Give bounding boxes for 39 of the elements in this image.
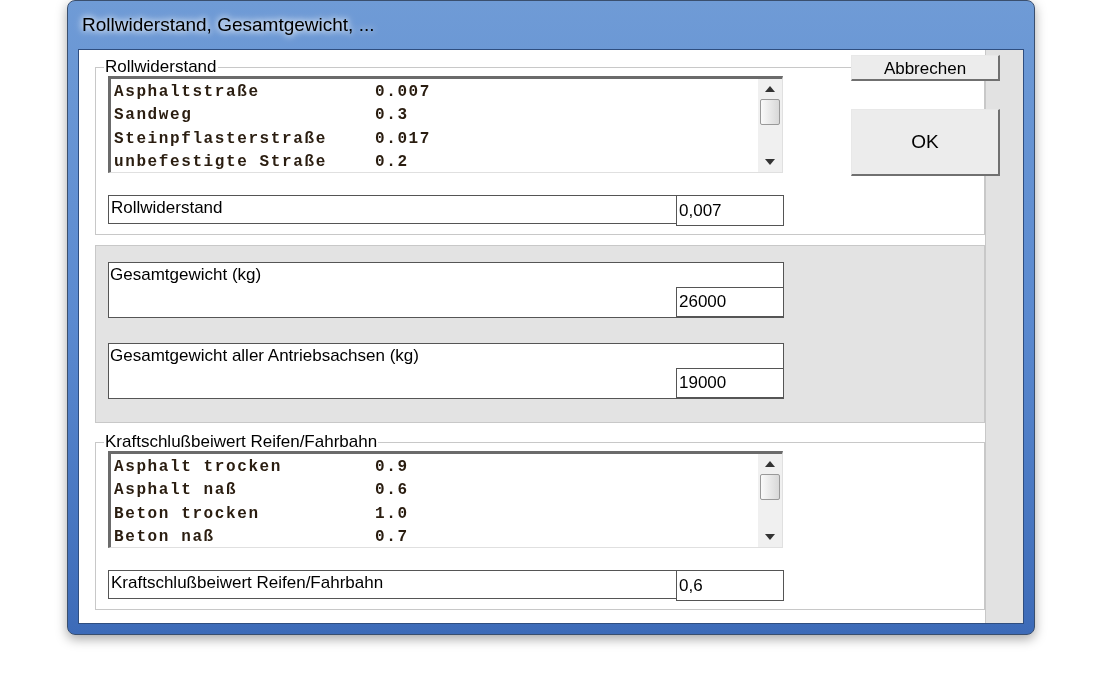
input-field[interactable]: 0,6 bbox=[676, 570, 784, 601]
group-title: Kraftschlußbeiwert Reifen/Fahrbahn bbox=[104, 433, 379, 451]
list-item-name: Beton trocken bbox=[114, 503, 261, 525]
ok-button[interactable]: OK bbox=[851, 109, 1000, 176]
weight-label: Gesamtgewicht aller Antriebsachsen (kg) bbox=[109, 345, 420, 367]
scroll-down-arrow-icon[interactable] bbox=[764, 533, 776, 541]
scrollbar[interactable] bbox=[758, 454, 782, 547]
list-item-value: 0.3 bbox=[375, 105, 409, 127]
list-item-name: Steinpflasterstraße bbox=[114, 128, 328, 150]
scroll-up-arrow-icon[interactable] bbox=[764, 460, 776, 468]
input-field[interactable]: 19000 bbox=[676, 368, 784, 398]
cancel-button[interactable]: Abbrechen bbox=[851, 55, 1000, 81]
field-label: Rollwiderstand bbox=[108, 195, 676, 224]
list-box[interactable]: Asphalt trocken 0.9 Asphalt naß 0.6 Beton trocken 1.0 Beton naß 0.7 bbox=[108, 451, 783, 548]
list-item-name: unbefestigte Straße bbox=[114, 152, 328, 174]
list-item-value: 0.6 bbox=[375, 480, 409, 502]
list-item-value: 0.007 bbox=[375, 81, 431, 103]
list-item-value: 1.0 bbox=[375, 503, 409, 525]
scroll-up-arrow-icon[interactable] bbox=[764, 85, 776, 93]
list-item-name: Asphalt trocken bbox=[114, 456, 284, 478]
input-field[interactable]: 0,007 bbox=[676, 195, 784, 226]
list-item-value: 0.017 bbox=[375, 128, 431, 150]
field-label: Kraftschlußbeiwert Reifen/Fahrbahn bbox=[108, 570, 676, 599]
list-item-name: Asphaltstraße bbox=[114, 81, 261, 103]
group-title: Rollwiderstand bbox=[104, 58, 218, 76]
list-item-value: 0.9 bbox=[375, 456, 409, 478]
list-item-name: Sandweg bbox=[114, 105, 194, 127]
window-title: Rollwiderstand, Gesamtgewicht, ... bbox=[82, 12, 375, 37]
list-item-name: Asphalt naß bbox=[114, 480, 239, 502]
scroll-down-arrow-icon[interactable] bbox=[764, 158, 776, 166]
list-item-value: 0.7 bbox=[375, 527, 409, 549]
list-box[interactable]: Asphaltstraße 0.007 Sandweg 0.3 Steinpflasterstraße 0.017 unbefestigte Straße 0.2 bbox=[108, 76, 783, 173]
list-item-name: Beton naß bbox=[114, 527, 216, 549]
scrollbar-thumb[interactable] bbox=[760, 474, 780, 500]
input-field[interactable]: 26000 bbox=[676, 287, 784, 317]
scrollbar-thumb[interactable] bbox=[760, 99, 780, 125]
weight-label: Gesamtgewicht (kg) bbox=[109, 264, 263, 286]
list-item-value: 0.2 bbox=[375, 152, 409, 174]
scrollbar[interactable] bbox=[758, 79, 782, 172]
